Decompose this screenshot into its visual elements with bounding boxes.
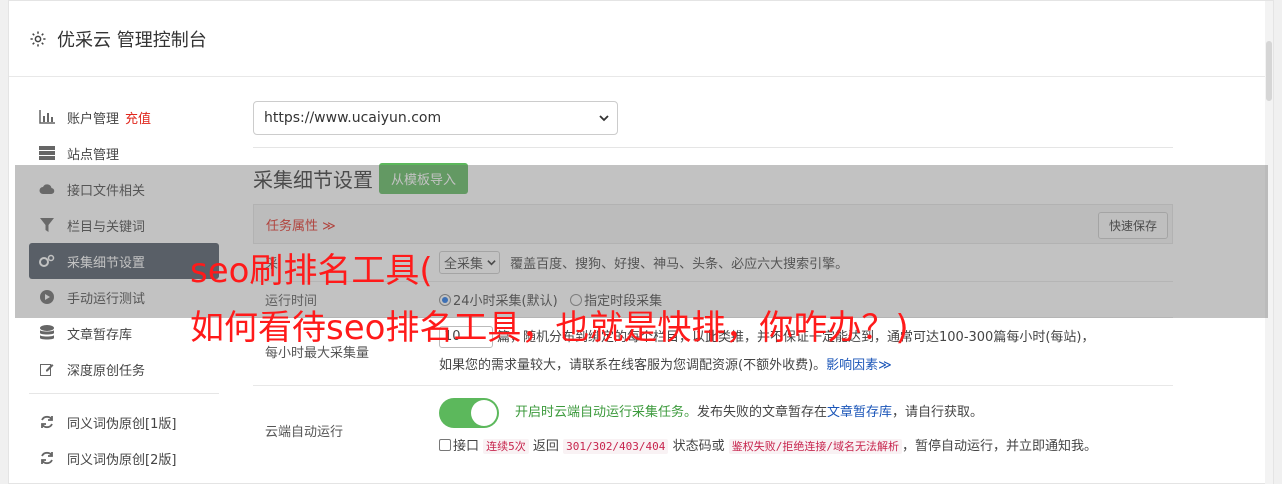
sidebar-item-label: 深度原创任务 [67,363,146,379]
divider [253,147,1173,148]
code-status: 301/302/403/404 [563,439,669,454]
page-title: 优采云 管理控制台 [57,29,207,51]
watermark-overlay [15,165,1268,318]
site-select[interactable]: https://www.ucaiyun.com [253,101,618,135]
recharge-link[interactable]: 充值 [125,108,151,127]
sidebar-item-deep-original[interactable]: 深度原创任务 [29,351,219,387]
cb-text-b: 返回 [532,439,559,454]
chevron-down-icon [599,115,609,122]
sidebar-item-label: 账户管理 [67,111,120,127]
cb-text-d: ，暂停自动运行，并立即通知我。 [901,439,1097,454]
sidebar-item-label: 同义词伪原创[1版] [67,416,177,432]
influence-factors-link[interactable]: 影响因素≫ [826,358,892,373]
publish-fail-text: 发布失败的文章暂存在 [697,405,828,420]
sidebar-item-synonym-v1[interactable]: 同义词伪原创[1版] [29,404,219,440]
edit-icon [39,361,55,377]
code-consecutive: 连续5次 [483,439,529,454]
publish-fail-text-end: ，请自行获取。 [892,405,984,420]
overlay-headline-2: 如何看待seo排名工具，也就是快排，你咋办？) [190,308,909,348]
scrollbar-thumb[interactable] [1266,41,1272,101]
row-value: 开启时云端自动运行采集任务。发布失败的文章暂存在文章暂存库，请自行获取。 接口 … [439,386,1173,474]
code-errors: 鉴权失败/拒绝连接/域名无法解析 [728,439,902,454]
overlay-headline-1: seo刷排名工具( [190,251,433,291]
sidebar-item-label: 同义词伪原创[2版] [67,452,177,468]
capacity-note: 如果您的需求量较大，请联系在线客服为您调配资源(不额外收费)。 [439,357,827,373]
gear-icon [30,31,46,46]
sidebar-item-label: 站点管理 [67,147,120,163]
server-icon [39,145,55,161]
bar-chart-icon [39,109,55,125]
sidebar-divider [29,393,219,394]
page-header: 优采云 管理控制台 [9,1,1273,77]
cb-text-a: 接口 [453,439,480,454]
database-icon [39,325,55,341]
sidebar-item-label: 文章暂存库 [67,327,133,343]
site-select-value: https://www.ucaiyun.com [264,110,442,126]
sidebar-item-account[interactable]: 账户管理 充值 [29,99,219,135]
refresh-icon [39,450,55,466]
sidebar-item-synonym-v2[interactable]: 同义词伪原创[2版] [29,440,219,476]
cb-text-c: 状态码或 [672,439,725,454]
row-label: 云端自动运行 [265,424,344,440]
cloud-auto-run-toggle[interactable] [439,397,499,428]
toggle-knob [471,399,497,426]
refresh-icon [39,414,55,430]
row-cloud-auto-run: 云端自动运行 开启时云端自动运行采集任务。发布失败的文章暂存在文章暂存库，请自行… [253,386,1173,474]
toggle-desc: 开启时云端自动运行采集任务。 [515,405,698,420]
article-store-link[interactable]: 文章暂存库 [827,405,892,420]
pause-on-error-checkbox[interactable] [439,439,451,451]
